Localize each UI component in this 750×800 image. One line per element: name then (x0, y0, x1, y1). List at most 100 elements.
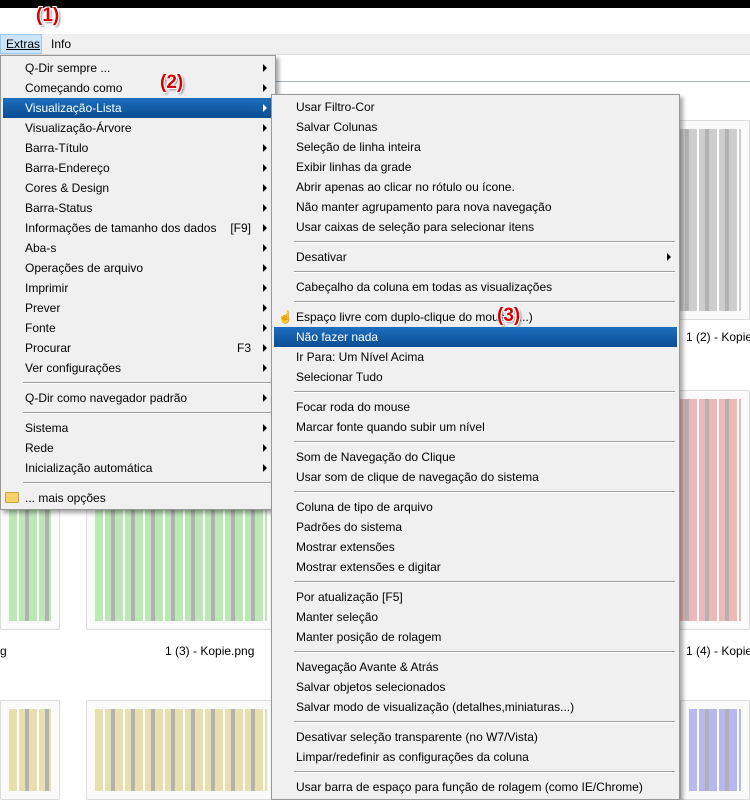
list-item[interactable]: Usar Filtro-Cor (274, 97, 677, 117)
list-item[interactable]: Exibir linhas da grade (274, 157, 677, 177)
list-item-label: Mostrar extensões e digitar (296, 560, 441, 574)
extras-item-shortcut: [F9] (230, 221, 251, 235)
list-item[interactable]: Salvar Colunas (274, 117, 677, 137)
submenu-arrow-icon (263, 394, 267, 402)
extras-item[interactable]: Informações de tamanho dos dados [F9] (3, 218, 273, 238)
extras-item[interactable]: Q-Dir sempre ... (3, 58, 273, 78)
list-item-label: Manter posição de rolagem (296, 630, 442, 644)
extras-item[interactable]: Imprimir (3, 278, 273, 298)
submenu-arrow-icon (263, 284, 267, 292)
list-item[interactable]: Não manter agrupamento para nova navegaç… (274, 197, 677, 217)
file-caption-kopie2[interactable]: 1 (2) - Kopie (686, 330, 750, 344)
extras-item-label: Informações de tamanho dos dados (25, 221, 217, 235)
extras-item[interactable]: Começando como (3, 78, 273, 98)
extras-item-label: Cores & Design (25, 181, 110, 195)
list-item-label: Usar Filtro-Cor (296, 100, 375, 114)
extras-item[interactable]: Q-Dir como navegador padrão (3, 388, 273, 408)
extras-item[interactable]: Barra-Título (3, 138, 273, 158)
submenu-arrow-icon (263, 344, 267, 352)
menu-bar: Extras Info (0, 34, 750, 55)
list-item[interactable]: Manter seleção (274, 607, 677, 627)
extras-item[interactable]: Ver configurações (3, 358, 273, 378)
menu-separator (294, 581, 675, 583)
list-item[interactable]: Desativar seleção transparente (no W7/Vi… (274, 727, 677, 747)
extras-item[interactable]: Procurar F3 (3, 338, 273, 358)
menu-separator (294, 241, 675, 243)
file-caption-fragment[interactable]: g (0, 644, 7, 658)
list-view-submenu: Usar Filtro-Cor Salvar Colunas Seleção de … (271, 94, 680, 800)
list-item-label: Não manter agrupamento para nova navegaç… (296, 200, 552, 214)
list-item[interactable]: Cabeçalho da coluna em todas as visualiz… (274, 277, 677, 297)
menu-separator (294, 721, 675, 723)
extras-item-label: Sistema (25, 421, 69, 435)
extras-item[interactable]: Aba-s (3, 238, 273, 258)
list-item[interactable]: Usar barra de espaço para função de rola… (274, 777, 677, 797)
list-item[interactable]: Usar som de clique de navegação do siste… (274, 467, 677, 487)
extras-item[interactable]: Prever (3, 298, 273, 318)
list-item[interactable]: Limpar/redefinir as configurações da col… (274, 747, 677, 767)
list-item[interactable]: Manter posição de rolagem (274, 627, 677, 647)
list-item[interactable]: Seleção de linha inteira (274, 137, 677, 157)
file-caption-kopie4[interactable]: 1 (4) - Kopie (686, 644, 750, 658)
extras-item-label: Inicialização automática (25, 461, 153, 475)
menu-info[interactable]: Info (46, 34, 76, 54)
list-item[interactable]: Mostrar extensões (274, 537, 677, 557)
list-item[interactable]: Marcar fonte quando subir um nível (274, 417, 677, 437)
extras-item[interactable]: Rede (3, 438, 273, 458)
menu-extras[interactable]: Extras (0, 34, 42, 54)
extras-menu: Q-Dir sempre ... Começando como Visualizaç… (0, 55, 276, 510)
thumbnail-yellow[interactable] (86, 700, 276, 800)
submenu-arrow-icon (263, 64, 267, 72)
list-item[interactable]: Selecionar Tudo (274, 367, 677, 387)
title-bar (0, 8, 750, 34)
list-item[interactable]: Abrir apenas ao clicar no rótulo ou ícon… (274, 177, 677, 197)
submenu-arrow-icon (263, 104, 267, 112)
list-item[interactable]: Focar roda do mouse (274, 397, 677, 417)
submenu-arrow-icon (263, 124, 267, 132)
list-item[interactable]: Salvar modo de visualização (detalhes,mi… (274, 697, 677, 717)
extras-item[interactable]: Sistema (3, 418, 273, 438)
menu-info-label: Info (51, 37, 72, 51)
extras-item[interactable]: Visualização-Lista (3, 98, 273, 118)
thumbnail-yellow-left[interactable] (0, 700, 60, 800)
list-item[interactable]: Navegação Avante & Atrás (274, 657, 677, 677)
list-item-label: Usar som de clique de navegação do siste… (296, 470, 539, 484)
file-caption-kopie3[interactable]: 1 (3) - Kopie.png (165, 644, 254, 658)
list-item[interactable]: Mostrar extensões e digitar (274, 557, 677, 577)
extras-item[interactable]: Barra-Status (3, 198, 273, 218)
list-item[interactable]: Salvar objetos selecionados (274, 677, 677, 697)
list-item[interactable]: Por atualização [F5] (274, 587, 677, 607)
thumbnail-green[interactable] (86, 500, 276, 630)
menu-separator (294, 301, 675, 303)
list-item[interactable]: Não fazer nada (274, 327, 677, 347)
list-item-label: Manter seleção (296, 610, 379, 624)
extras-item[interactable]: Inicialização automática (3, 458, 273, 478)
list-item[interactable]: Usar caixas de seleção para selecionar i… (274, 217, 677, 237)
extras-item-label: Barra-Endereço (25, 161, 110, 175)
list-item-label: Não fazer nada (296, 330, 379, 344)
extras-item[interactable]: ... mais opções (3, 488, 273, 508)
list-item[interactable]: ☝ Espaço livre com duplo-clique do mouse … (274, 307, 677, 327)
list-item-label: Desativar seleção transparente (no W7/Vi… (296, 730, 538, 744)
window-top-edge (0, 0, 750, 8)
submenu-arrow-icon (667, 253, 671, 261)
list-item[interactable]: Desativar (274, 247, 677, 267)
callout-2: (2) (160, 72, 184, 93)
list-item[interactable]: Coluna de tipo de arquivo (274, 497, 677, 517)
list-item-label: Limpar/redefinir as configurações da col… (296, 750, 529, 764)
list-item-label: Padrões do sistema (296, 520, 403, 534)
extras-item[interactable]: Fonte (3, 318, 273, 338)
list-item[interactable]: Padrões do sistema (274, 517, 677, 537)
menu-extras-label: Extras (6, 37, 41, 51)
list-item-label: Seleção de linha inteira (296, 140, 421, 154)
thumbnail-green-left[interactable] (0, 500, 60, 630)
extras-item[interactable]: Visualização-Árvore (3, 118, 273, 138)
extras-item[interactable]: Barra-Endereço (3, 158, 273, 178)
extras-item-label: Prever (25, 301, 61, 315)
thumbnail-blue[interactable] (680, 700, 750, 800)
list-item[interactable]: Som de Navegação do Clique (274, 447, 677, 467)
list-item[interactable]: Ir Para: Um Nível Acima (274, 347, 677, 367)
extras-item[interactable]: Operações de arquivo (3, 258, 273, 278)
thumbnail-green-left-image (9, 509, 51, 621)
extras-item[interactable]: Cores & Design (3, 178, 273, 198)
